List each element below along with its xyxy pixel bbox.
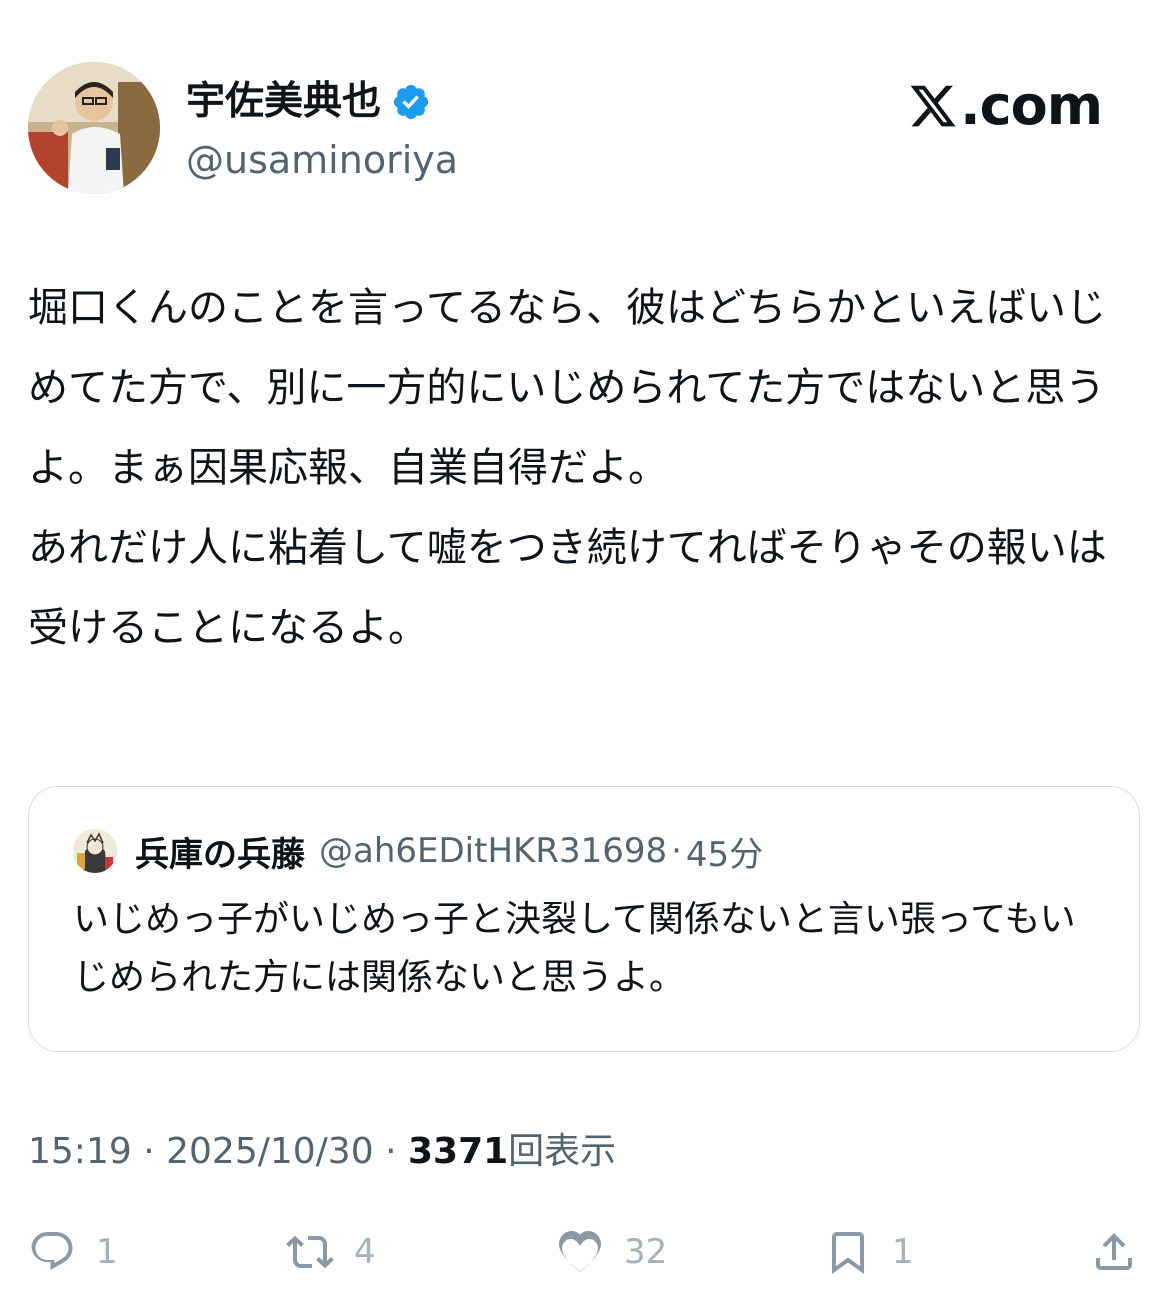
quoted-separator: ·	[671, 831, 682, 871]
verified-badge-icon	[393, 84, 429, 120]
tweet-body-text: 堀口くんのことを言ってるなら、彼はどちらかといえばいじめてた方で、別に一方的にい…	[28, 285, 1107, 651]
tweet-action-bar: 1 4 32 1	[28, 1222, 1142, 1282]
tweet-time[interactable]: 15:19	[28, 1131, 132, 1172]
views-label: 回表示	[508, 1131, 617, 1172]
bookmark-count: 1	[892, 1232, 914, 1272]
quoted-author-handle[interactable]: @ah6EDitHKR31698	[319, 831, 667, 871]
author-name-row: 宇佐美典也	[186, 78, 431, 126]
retweet-icon	[286, 1235, 334, 1269]
retweet-count: 4	[354, 1232, 376, 1272]
meta-separator: ·	[143, 1131, 155, 1172]
brand-domain-text: .com	[960, 74, 1103, 137]
quoted-author-name[interactable]: 兵庫の兵藤	[135, 827, 305, 876]
views-count: 3371	[407, 1131, 509, 1172]
bookmark-button[interactable]: 1	[824, 1222, 914, 1282]
share-button[interactable]	[1090, 1222, 1138, 1282]
retweet-button[interactable]: 4	[286, 1222, 376, 1282]
reply-icon	[31, 1232, 73, 1271]
tweet-metadata: 15:19 · 2025/10/30 · 3371回表示	[28, 1128, 616, 1176]
reply-count: 1	[96, 1232, 118, 1272]
meta-separator: ·	[385, 1131, 397, 1172]
like-button[interactable]: 32	[556, 1222, 667, 1282]
tweet-header: 宇佐美典也 @usaminoriya .com	[28, 62, 1142, 198]
x-com-brand: .com	[908, 74, 1103, 138]
quoted-tweet-text: いじめっ子がいじめっ子と決裂して関係ないと言い張ってもいじめられた方には関係ない…	[73, 899, 1076, 998]
quoted-time[interactable]: 45分	[686, 827, 763, 876]
tweet-date[interactable]: 2025/10/30	[166, 1131, 374, 1172]
reply-button[interactable]: 1	[28, 1222, 118, 1282]
like-count: 32	[624, 1232, 668, 1272]
bookmark-icon	[832, 1232, 864, 1274]
manga-character-avatar-icon	[73, 829, 117, 873]
author-avatar[interactable]	[28, 62, 160, 194]
quoted-author-avatar	[73, 829, 117, 873]
profile-photo-icon	[28, 62, 160, 194]
quoted-tweet-card[interactable]: 兵庫の兵藤 @ah6EDitHKR31698 · 45分 いじめっ子がいじめっ子…	[28, 786, 1140, 1052]
author-display-name[interactable]: 宇佐美典也	[186, 78, 381, 126]
x-logo-icon	[910, 85, 956, 127]
quoted-tweet-header: 兵庫の兵藤 @ah6EDitHKR31698 · 45分	[73, 827, 763, 875]
heart-icon	[559, 1230, 601, 1273]
share-icon	[1096, 1233, 1132, 1270]
author-handle[interactable]: @usaminoriya	[186, 136, 458, 184]
